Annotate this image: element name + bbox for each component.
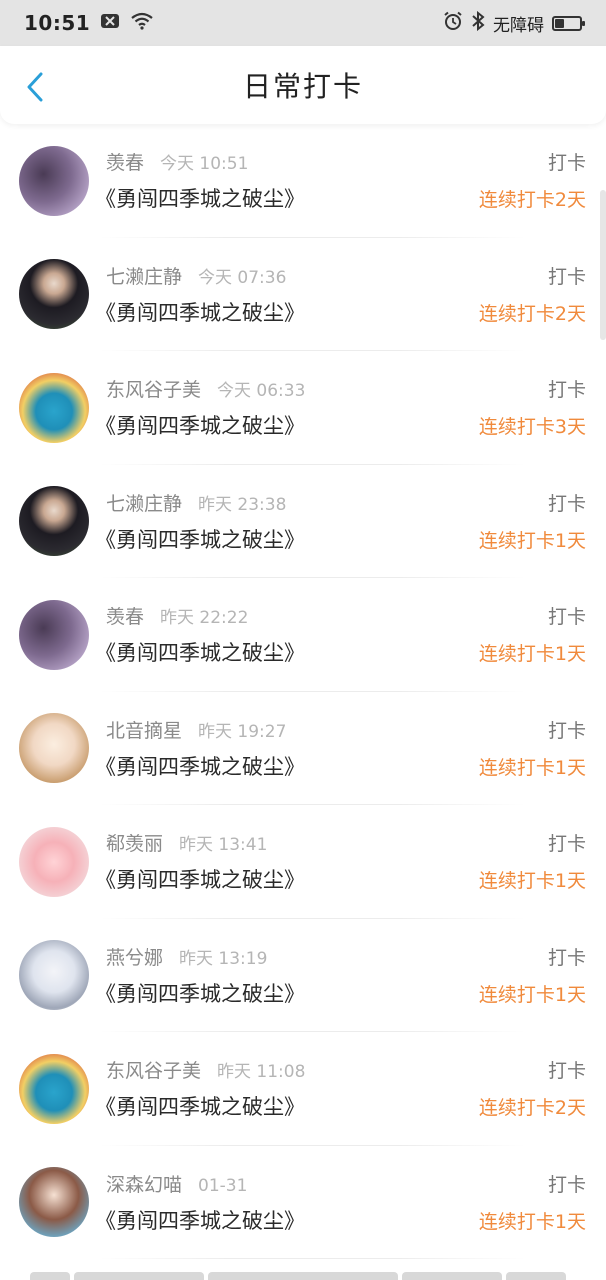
checkin-action-label: 打卡 (547, 946, 586, 969)
list-item[interactable]: 燕兮娜 昨天 13:19 打卡《勇闯四季城之破尘》 连续打卡1天 (0, 919, 606, 1032)
book-title[interactable]: 《勇闯四季城之破尘》 (95, 297, 305, 327)
next-row-peek (0, 1272, 606, 1280)
checkin-time: 今天 10:51 (160, 154, 249, 174)
list-item[interactable]: 七濑庄静 昨天 23:38 打卡《勇闯四季城之破尘》 连续打卡1天 (0, 465, 606, 578)
streak-label: 连续打卡2天 (478, 1097, 586, 1119)
user-name[interactable]: 深森幻喵 (106, 1170, 182, 1197)
checkin-time: 今天 06:33 (217, 381, 306, 401)
avatar[interactable] (19, 1167, 89, 1238)
checkin-action-label: 打卡 (547, 265, 586, 288)
header: 日常打卡 (0, 46, 606, 124)
streak-label: 连续打卡1天 (478, 1210, 586, 1233)
user-name[interactable]: 羡春 (106, 148, 144, 175)
book-title[interactable]: 《勇闯四季城之破尘》 (95, 978, 305, 1008)
scrollbar-thumb[interactable] (600, 190, 606, 340)
checkin-action-label: 打卡 (547, 1173, 586, 1196)
chevron-left-icon (27, 72, 43, 102)
avatar[interactable] (19, 486, 89, 557)
user-name[interactable]: 七濑庄静 (106, 262, 182, 289)
status-time: 10:51 (24, 11, 91, 35)
avatar[interactable] (19, 145, 89, 216)
accessibility-label: 无障碍 (493, 15, 544, 36)
row-divider (100, 1258, 526, 1259)
page-title: 日常打卡 (242, 70, 363, 103)
checkin-action-label: 打卡 (547, 606, 586, 628)
status-bar: 10:51 无障碍 (0, 0, 606, 46)
checkin-time: 昨天 22:22 (160, 608, 249, 628)
streak-label: 连续打卡2天 (478, 302, 586, 325)
book-title[interactable]: 《勇闯四季城之破尘》 (95, 751, 305, 781)
wifi-icon (130, 12, 154, 34)
avatar[interactable] (19, 259, 89, 330)
avatar[interactable] (19, 372, 89, 443)
close-box-icon (100, 13, 120, 33)
checkin-time: 昨天 13:19 (179, 948, 268, 969)
streak-label: 连续打卡1天 (478, 983, 586, 1006)
user-name[interactable]: 北音摘星 (106, 716, 182, 743)
avatar[interactable] (19, 940, 89, 1011)
book-title[interactable]: 《勇闯四季城之破尘》 (95, 1205, 305, 1235)
user-name[interactable]: 东风谷子美 (106, 1056, 201, 1083)
list-item[interactable]: 羡春 昨天 22:22 打卡《勇闯四季城之破尘》 连续打卡1天 (0, 578, 606, 692)
list-item[interactable]: 深森幻喵 01-31 打卡《勇闯四季城之破尘》 连续打卡1天 (0, 1146, 606, 1259)
list-item[interactable]: 北音摘星 昨天 19:27 打卡《勇闯四季城之破尘》 连续打卡1天 (0, 692, 606, 805)
checkin-action-label: 打卡 (547, 492, 586, 515)
avatar[interactable] (19, 1053, 89, 1124)
checkin-action-label: 打卡 (547, 719, 586, 742)
list-item[interactable]: 郗羡丽 昨天 13:41 打卡《勇闯四季城之破尘》 连续打卡1天 (0, 805, 606, 919)
checkin-time: 昨天 11:08 (217, 1062, 306, 1082)
user-name[interactable]: 羡春 (106, 602, 144, 629)
bluetooth-icon (471, 10, 485, 36)
streak-label: 连续打卡1天 (478, 529, 586, 552)
user-name[interactable]: 东风谷子美 (106, 375, 201, 402)
checkin-time: 昨天 19:27 (198, 721, 287, 742)
list-item[interactable]: 东风谷子美 今天 06:33 打卡《勇闯四季城之破尘》 连续打卡3天 (0, 351, 606, 465)
back-button[interactable] (22, 72, 48, 102)
streak-label: 连续打卡1天 (478, 870, 586, 892)
user-name[interactable]: 燕兮娜 (106, 943, 163, 970)
checkin-time: 今天 07:36 (198, 267, 287, 288)
book-title[interactable]: 《勇闯四季城之破尘》 (95, 524, 305, 554)
book-title[interactable]: 《勇闯四季城之破尘》 (95, 183, 305, 213)
user-name[interactable]: 七濑庄静 (106, 489, 182, 516)
checkin-time: 昨天 23:38 (198, 494, 287, 515)
checkin-action-label: 打卡 (547, 833, 586, 855)
book-title[interactable]: 《勇闯四季城之破尘》 (95, 864, 305, 894)
avatar[interactable] (19, 599, 89, 670)
battery-icon (552, 15, 585, 31)
streak-label: 连续打卡3天 (478, 416, 586, 438)
book-title[interactable]: 《勇闯四季城之破尘》 (95, 1091, 305, 1121)
avatar[interactable] (19, 826, 89, 897)
list-item[interactable]: 七濑庄静 今天 07:36 打卡《勇闯四季城之破尘》 连续打卡2天 (0, 238, 606, 351)
checkin-time: 01-31 (198, 1175, 248, 1196)
alarm-icon (443, 11, 463, 36)
checkin-list[interactable]: 羡春 今天 10:51 打卡 《勇闯四季城之破尘》 连续打卡2天 七濑庄静 今天 07:36… (0, 124, 606, 1259)
book-title[interactable]: 《勇闯四季城之破尘》 (95, 410, 305, 440)
checkin-action-label: 打卡 (547, 1060, 586, 1082)
list-item[interactable]: 东风谷子美 昨天 11:08 打卡《勇闯四季城之破尘》 连续打卡2天 (0, 1032, 606, 1146)
checkin-action-label: 打卡 (547, 379, 586, 401)
streak-label: 连续打卡2天 (478, 189, 586, 211)
avatar[interactable] (19, 713, 89, 784)
book-title[interactable]: 《勇闯四季城之破尘》 (95, 637, 305, 667)
checkin-action-label: 打卡 (547, 152, 586, 174)
user-name[interactable]: 郗羡丽 (106, 829, 163, 856)
streak-label: 连续打卡1天 (478, 643, 586, 665)
checkin-time: 昨天 13:41 (179, 835, 268, 855)
list-item[interactable]: 羡春 今天 10:51 打卡《勇闯四季城之破尘》 连续打卡2天 (0, 124, 606, 238)
streak-label: 连续打卡1天 (478, 756, 586, 779)
